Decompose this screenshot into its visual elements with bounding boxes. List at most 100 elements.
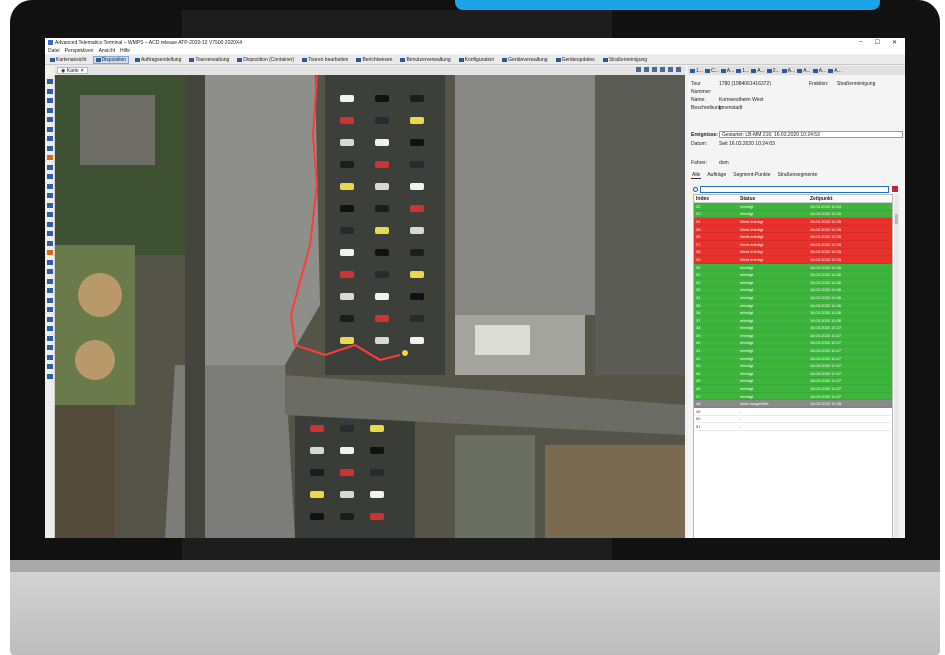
settings-icon[interactable] — [652, 67, 657, 72]
toolbar-perspective-5[interactable]: Touren bearbeiten — [300, 57, 350, 63]
table-vertical-scrollbar[interactable] — [894, 194, 899, 538]
maximize-button[interactable]: ☐ — [875, 39, 880, 46]
table-row[interactable]: 48 nicht ausgeführt 16.03.2020 10:28 — [694, 400, 892, 409]
panel-tab-3[interactable]: 1... — [736, 68, 749, 74]
vehicle-marker[interactable] — [402, 350, 408, 356]
toolbar-perspective-4[interactable]: Disposition (Container) — [235, 57, 296, 63]
tab-karte[interactable]: ◉ Karte ✕ — [57, 67, 89, 74]
toolbar-perspective-11[interactable]: Straßenreinigung — [601, 57, 649, 63]
events-select[interactable]: Gestartet: LB-MM 216: 16.03.2020 10:24:5… — [719, 131, 903, 138]
panel-tab-6[interactable]: A... — [781, 68, 795, 74]
tool-icon[interactable] — [47, 316, 53, 322]
table-row[interactable]: 44 erledigt 16.03.2020 10:27 — [694, 370, 892, 378]
table-row[interactable]: 51 - — [694, 423, 892, 431]
tool-icon[interactable] — [47, 164, 53, 170]
tool-icon[interactable] — [47, 221, 53, 227]
tool-icon[interactable] — [47, 326, 53, 331]
tool-icon[interactable] — [47, 335, 53, 341]
table-row[interactable]: 32 erledigt 16.03.2020 10:26 — [694, 278, 892, 287]
tool-icon[interactable] — [47, 297, 53, 303]
tool-icon[interactable] — [47, 107, 53, 113]
table-row[interactable]: 35 erledigt 16.03.2020 10:26 — [694, 301, 892, 310]
subtab-3[interactable]: Straßensegmente — [777, 172, 819, 179]
tab-close-icon[interactable]: ✕ — [80, 68, 84, 74]
tool-icon[interactable] — [47, 202, 53, 208]
table-row[interactable]: 36 erledigt 16.03.2020 10:26 — [694, 309, 892, 317]
table-row[interactable]: 42 erledigt 16.03.2020 10:27 — [694, 354, 892, 363]
table-row[interactable]: 28 Nicht erledigt 16.03.2020 10:25 — [694, 248, 892, 257]
tool-icon[interactable] — [47, 354, 53, 360]
marker-icon[interactable] — [644, 67, 649, 72]
subtab-1[interactable]: Aufträge — [706, 172, 727, 179]
tool-icon[interactable] — [47, 373, 53, 379]
header-time[interactable]: Zeitpunkt — [808, 196, 892, 202]
panel-tab-9[interactable]: A... — [828, 68, 842, 74]
layer-icon[interactable] — [636, 67, 641, 72]
toolbar-perspective-3[interactable]: Tourverwaltung — [187, 57, 231, 63]
map-canvas[interactable] — [55, 75, 685, 538]
tool-icon[interactable] — [47, 193, 53, 198]
table-row[interactable]: 47 erledigt 16.03.2020 10:27 — [694, 392, 892, 401]
tool-icon[interactable] — [47, 345, 53, 350]
menu-ansicht[interactable]: Ansicht — [99, 48, 115, 54]
subtab-2[interactable]: Segment-Punkte — [732, 172, 771, 179]
header-index[interactable]: Index — [694, 196, 738, 202]
table-row[interactable]: 34 erledigt 16.03.2020 10:26 — [694, 294, 892, 302]
tool-icon[interactable] — [47, 307, 53, 312]
panel-tab-0[interactable]: 1... — [690, 68, 703, 74]
tool-icon[interactable] — [47, 240, 53, 246]
minimize-button[interactable]: – — [859, 39, 862, 46]
menu-datei[interactable]: Datei — [48, 48, 60, 54]
tool-icon[interactable] — [47, 88, 53, 94]
table-row[interactable]: 49 - — [694, 408, 892, 416]
tool-icon[interactable] — [47, 145, 53, 151]
tool-icon[interactable] — [47, 231, 53, 236]
tool-icon[interactable] — [47, 269, 53, 274]
tool-icon[interactable] — [47, 183, 53, 189]
tool-icon[interactable] — [47, 259, 53, 265]
table-row[interactable]: 39 erledigt 16.03.2020 10:27 — [694, 332, 892, 340]
tool-icon[interactable] — [47, 79, 53, 84]
toolbar-perspective-7[interactable]: Benutzerverwaltung — [398, 57, 452, 63]
tool-icon[interactable] — [47, 364, 53, 369]
panel-tab-5[interactable]: 2... — [766, 68, 780, 74]
menu-perspektiven[interactable]: Perspektiven — [65, 48, 94, 54]
tool-icon[interactable] — [47, 212, 53, 217]
table-row[interactable]: 45 erledigt 16.03.2020 10:27 — [694, 377, 892, 386]
table-row[interactable]: 31 erledigt 16.03.2020 10:26 — [694, 271, 892, 279]
table-row[interactable]: 29 Nicht erledigt 16.03.2020 10:25 — [694, 256, 892, 264]
table-row[interactable]: 22 erledigt 16.03.2020 10:24 — [694, 203, 892, 211]
panel-tab-2[interactable]: A... — [720, 68, 734, 74]
tool-icon[interactable] — [47, 174, 53, 179]
table-row[interactable]: 25 Nicht erledigt 16.03.2020 10:25 — [694, 225, 892, 234]
tool-icon[interactable] — [47, 278, 53, 284]
tool-icon[interactable] — [47, 250, 53, 255]
table-row[interactable]: 38 erledigt 16.03.2020 10:27 — [694, 324, 892, 333]
table-row[interactable]: 24 Nicht erledigt 16.03.2020 10:25 — [694, 218, 892, 226]
header-status[interactable]: Status — [738, 196, 808, 202]
search-input[interactable] — [700, 185, 889, 193]
table-row[interactable]: 26 Nicht erledigt 16.03.2020 10:25 — [694, 233, 892, 241]
table-row[interactable]: 33 erledigt 16.03.2020 10:26 — [694, 286, 892, 295]
table-row[interactable]: 30 erledigt 16.03.2020 10:26 — [694, 263, 892, 272]
table-row[interactable]: 46 erledigt 16.03.2020 10:27 — [694, 385, 892, 393]
panel-tab-1[interactable]: C... — [704, 68, 719, 74]
toolbar-perspective-9[interactable]: Geräteverwaltung — [500, 57, 549, 63]
subtab-0[interactable]: Alle — [691, 172, 702, 179]
tool-icon[interactable] — [47, 126, 53, 132]
panel-tab-7[interactable]: A... — [797, 68, 811, 74]
tool-icon[interactable] — [47, 136, 53, 141]
table-row[interactable]: 37 erledigt 16.03.2020 10:26 — [694, 316, 892, 325]
table-row[interactable]: 43 erledigt 16.03.2020 10:27 — [694, 362, 892, 371]
toolbar-perspective-1[interactable]: Disposition — [92, 55, 130, 64]
close-button[interactable]: ✕ — [892, 39, 897, 46]
toolbar-perspective-10[interactable]: Geräteupdates — [554, 57, 597, 63]
toolbar-perspective-0[interactable]: Kartenansicht — [48, 57, 89, 63]
table-row[interactable]: 40 erledigt 16.03.2020 10:27 — [694, 339, 892, 348]
search-map-icon[interactable] — [676, 67, 681, 72]
toolbar-perspective-8[interactable]: Konfiguration — [457, 57, 496, 63]
menu-hilfe[interactable]: Hilfe — [120, 48, 130, 54]
table-row[interactable]: 41 erledigt 16.03.2020 10:27 — [694, 347, 892, 355]
scroll-thumb[interactable] — [895, 214, 898, 224]
panel-tab-4[interactable]: A... — [751, 68, 765, 74]
